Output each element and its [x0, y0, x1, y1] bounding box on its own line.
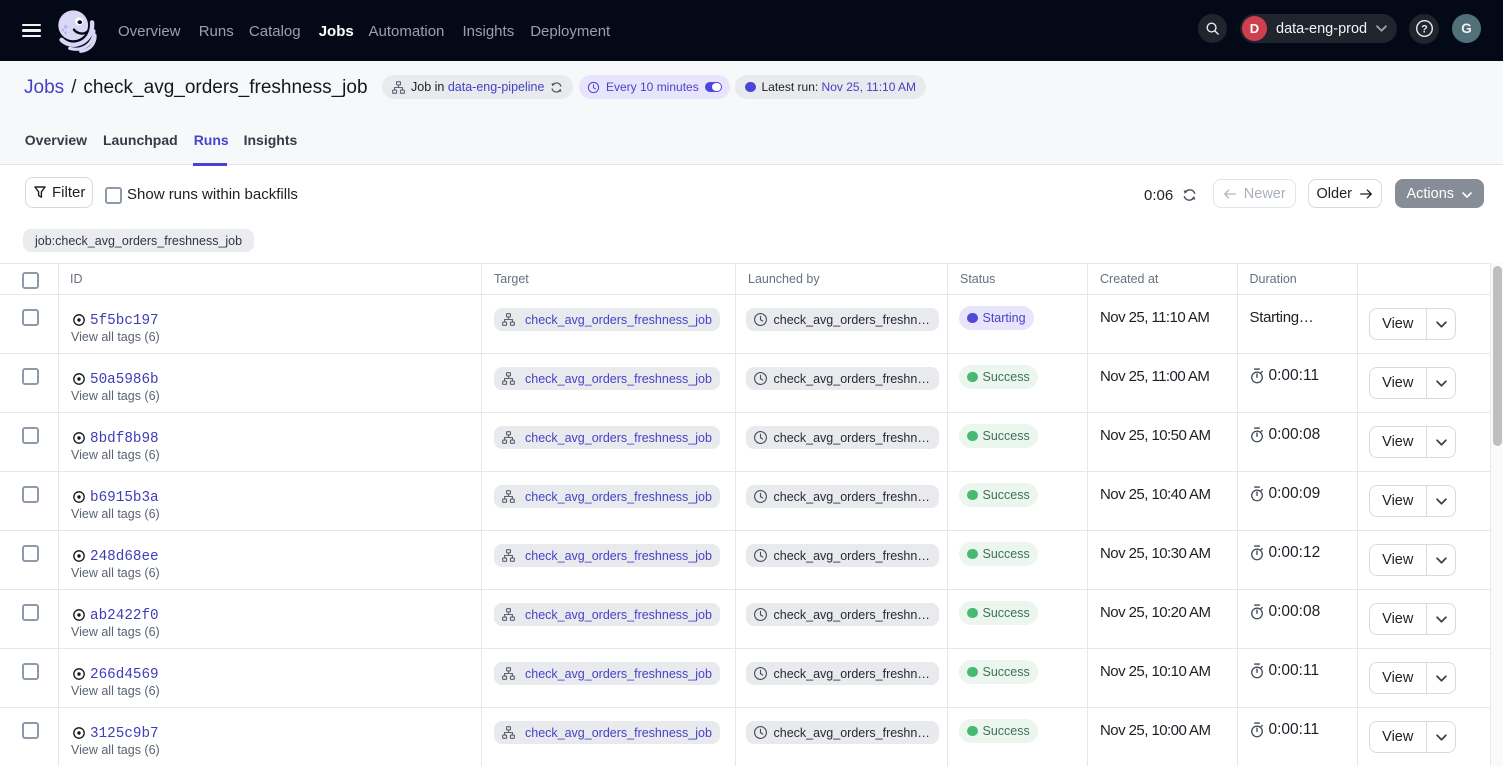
- svg-text:?: ?: [1421, 23, 1428, 35]
